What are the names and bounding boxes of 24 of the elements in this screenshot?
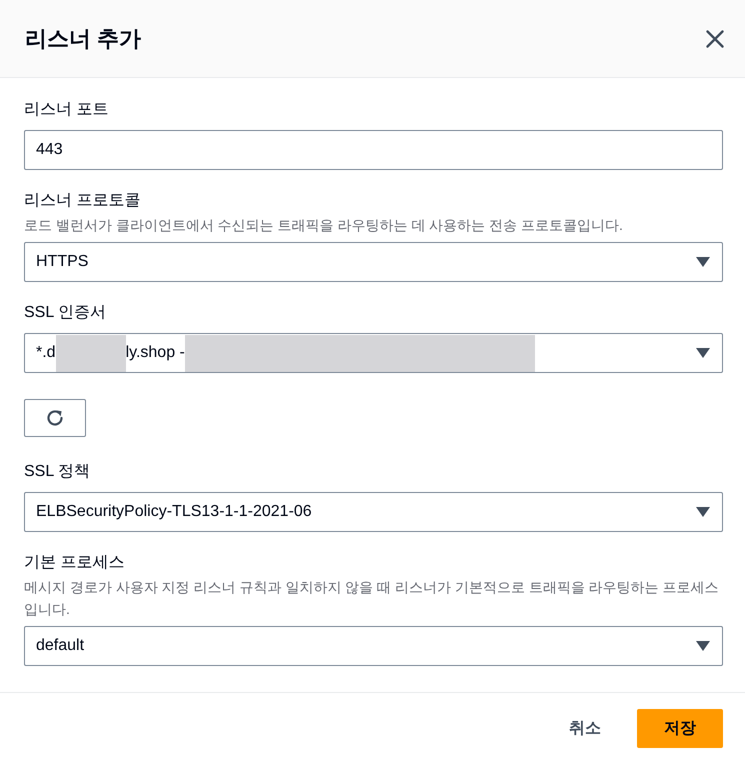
field-description: 로드 밸런서가 클라이언트에서 수신되는 트래픽을 라우팅하는 데 사용하는 전송 프로토콜입니다. — [24, 216, 624, 235]
field-label: SSL 인증서 — [24, 303, 106, 323]
redaction-bar — [56, 334, 126, 372]
close-icon — [705, 28, 725, 48]
select-field[interactable]: HTTPS — [24, 242, 723, 282]
dialog-title: 리스너 추가 — [25, 24, 142, 52]
field-label: 리스너 프로토콜 — [24, 191, 140, 211]
caret-icon — [696, 348, 710, 358]
close-button[interactable] — [705, 28, 725, 48]
input-field[interactable]: 443 — [24, 130, 723, 170]
save-button[interactable]: 저장 — [637, 709, 723, 748]
caret-icon — [696, 507, 710, 517]
refresh-button[interactable] — [24, 399, 86, 437]
select-field[interactable]: *.d ly.shop - — [24, 333, 723, 373]
field-label: SSL 정책 — [24, 462, 90, 482]
cancel-button[interactable]: 취소 — [549, 709, 621, 748]
caret-icon — [696, 641, 710, 651]
select-field[interactable]: ELBSecurityPolicy-TLS13-1-1-2021-06 — [24, 492, 723, 532]
field-label: 리스너 포트 — [24, 100, 108, 120]
caret-icon — [696, 257, 710, 267]
refresh-icon — [45, 408, 65, 428]
field-description: 메시지 경로가 사용자 지정 리스너 규칙과 일치하지 않을 때 리스너가 기본적으로 트래픽을 라우팅하는 프로세스입니다. — [24, 578, 720, 619]
field-label: 기본 프로세스 — [24, 553, 124, 573]
select-field[interactable]: default — [24, 626, 723, 666]
